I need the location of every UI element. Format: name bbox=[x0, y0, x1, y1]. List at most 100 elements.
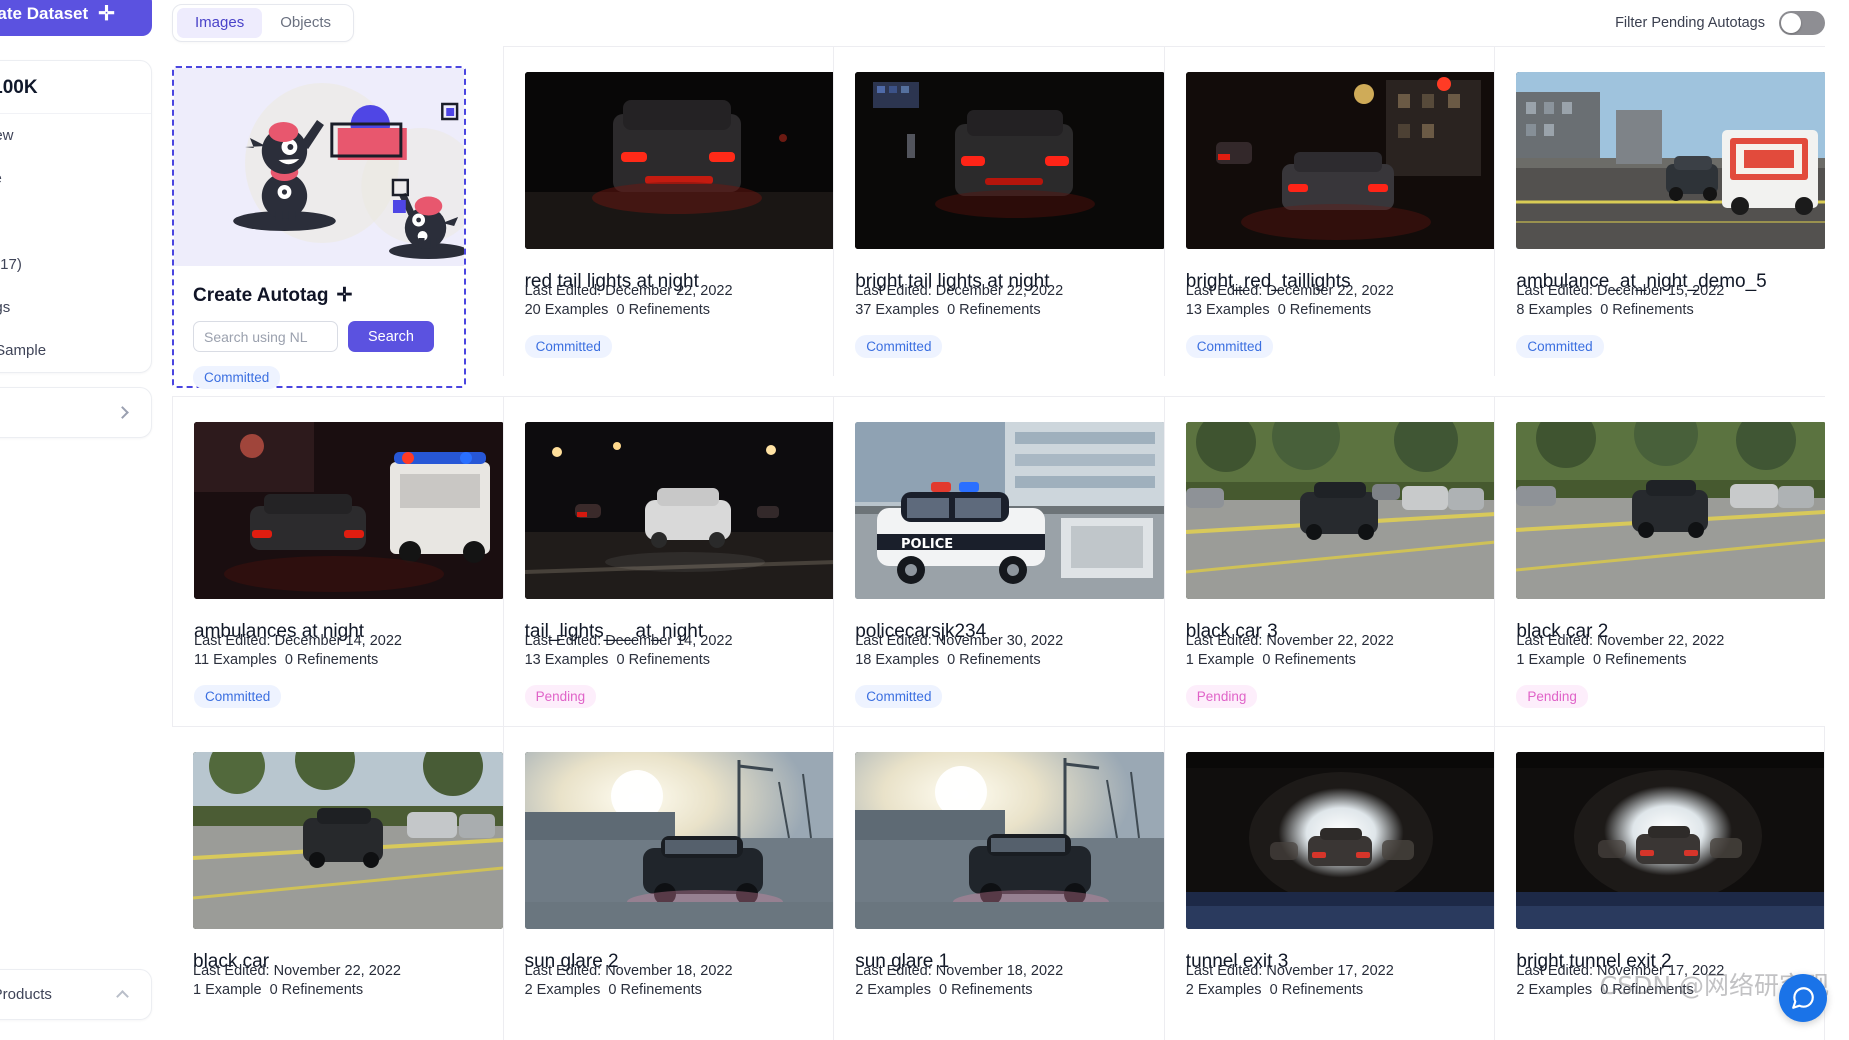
autotag-card[interactable]: tunnel exit 3 Last Edited: November 17, … bbox=[1163, 726, 1495, 1040]
examples-count: 2 Examples bbox=[524, 982, 601, 998]
last-edited-value: November 18, 2022 bbox=[605, 963, 733, 979]
sidebar-item-label: Smart Sample bbox=[0, 342, 47, 359]
other-products-button[interactable]: Other Products bbox=[0, 970, 151, 1019]
autotag-card[interactable]: red tail lights at night Last Edited: De… bbox=[502, 46, 834, 376]
last-edited-label: Last Edited: bbox=[193, 963, 270, 979]
sidebar-item-charts[interactable]: Charts bbox=[0, 200, 151, 243]
examples-count: 20 Examples bbox=[524, 302, 609, 318]
last-edited-label: Last Edited: bbox=[1185, 963, 1263, 979]
last-edited-label: Last Edited: bbox=[855, 633, 932, 649]
tab-images[interactable]: Images bbox=[177, 8, 263, 38]
card-meta: Last Edited: December 14, 2022 11 Exampl… bbox=[194, 632, 402, 670]
create-autotag-search-row: Search bbox=[193, 321, 464, 352]
autotag-card[interactable]: bright tunnel exit 2 Last Edited: Novemb… bbox=[1494, 726, 1825, 1040]
sidebar-item-smart-sample[interactable]: Smart Sample bbox=[0, 329, 151, 372]
sidebar-item-overview[interactable]: Overview bbox=[0, 114, 151, 157]
sidebar-item-label: Overview bbox=[0, 127, 14, 144]
plus-icon: ✛ bbox=[98, 3, 115, 25]
secondary-nav-card: Jobs Guides Docs bbox=[0, 452, 152, 581]
sidebar: Create Dataset ✛ BDD100K Overview Explor… bbox=[0, 0, 162, 1040]
autotag-card[interactable]: sun glare 2 Last Edited: November 18, 20… bbox=[502, 726, 834, 1040]
autotag-card[interactable]: ambulances at night Last Edited: Decembe… bbox=[172, 396, 503, 726]
card-meta: Last Edited: November 18, 2022 2 Example… bbox=[525, 962, 733, 1000]
view-tabs: Images Objects bbox=[172, 4, 355, 42]
autotag-card[interactable]: black car 2 Last Edited: November 22, 20… bbox=[1494, 396, 1825, 726]
status-badge: Pending bbox=[1516, 685, 1588, 708]
autotag-card[interactable]: bright tail lights at night Last Edited:… bbox=[833, 46, 1164, 376]
sidebar-item-label: Autotags bbox=[0, 299, 11, 316]
models-card: Models bbox=[0, 387, 152, 438]
last-edited-value: December 15, 2022 bbox=[1597, 283, 1725, 299]
refinements-count: 0 Refinements bbox=[284, 652, 379, 668]
card-thumbnail bbox=[193, 752, 503, 929]
card-thumbnail bbox=[194, 422, 503, 599]
card-thumbnail bbox=[1516, 422, 1825, 599]
refinements-count: 0 Refinements bbox=[608, 982, 702, 998]
refinements-count: 0 Refinements bbox=[1262, 652, 1356, 668]
filter-pending-autotags: Filter Pending Autotags bbox=[1615, 11, 1825, 35]
last-edited-label: Last Edited: bbox=[524, 633, 602, 649]
card-meta: Last Edited: December 22, 2022 20 Exampl… bbox=[525, 282, 733, 320]
status-badge: Committed bbox=[1185, 335, 1274, 358]
card-meta: Last Edited: December 22, 2022 37 Exampl… bbox=[855, 282, 1063, 320]
autotag-card[interactable]: sun glare 1 Last Edited: November 18, 20… bbox=[833, 726, 1164, 1040]
last-edited-value: November 22, 2022 bbox=[1266, 633, 1394, 649]
sidebar-item-autotags[interactable]: Autotags bbox=[0, 286, 151, 329]
create-autotag-card[interactable]: Create Autotag ✛ Search Committed bbox=[172, 66, 466, 389]
sidebar-item-explore[interactable]: Explore bbox=[0, 157, 151, 200]
card-thumbnail bbox=[855, 752, 1164, 929]
filter-label: Filter Pending Autotags bbox=[1615, 15, 1765, 31]
sidebar-item-slices[interactable]: Slices (17) bbox=[0, 243, 151, 286]
create-autotag-title: Create Autotag ✛ bbox=[193, 284, 464, 307]
status-badge: Committed bbox=[855, 685, 943, 708]
chat-bubble-icon[interactable] bbox=[1779, 974, 1827, 1022]
svg-text:POLICE: POLICE bbox=[901, 537, 953, 552]
sidebar-item-models[interactable]: Models bbox=[0, 388, 151, 437]
last-edited-value: December 14, 2022 bbox=[605, 633, 733, 649]
other-products-region: Other Products bbox=[0, 969, 152, 1020]
autotag-card[interactable]: POLICE policecarsjk234 Last Edited: Nove… bbox=[833, 396, 1164, 726]
last-edited-label: Last Edited: bbox=[855, 963, 932, 979]
search-input[interactable] bbox=[193, 321, 338, 352]
refinements-count: 0 Refinements bbox=[947, 302, 1041, 318]
card-meta: Last Edited: December 14, 2022 13 Exampl… bbox=[525, 632, 733, 670]
status-badge: Committed bbox=[855, 335, 943, 358]
tab-objects[interactable]: Objects bbox=[262, 8, 349, 38]
filter-toggle[interactable] bbox=[1779, 11, 1825, 35]
card-thumbnail bbox=[1185, 72, 1495, 249]
card-meta: Last Edited: November 22, 2022 1 Example… bbox=[1186, 632, 1394, 670]
autotag-card[interactable]: tail_lights___at_night Last Edited: Dece… bbox=[502, 396, 834, 726]
last-edited-value: November 18, 2022 bbox=[935, 963, 1064, 979]
refinements-count: 0 Refinements bbox=[269, 982, 364, 998]
card-thumbnail bbox=[524, 422, 834, 599]
autotag-card[interactable]: bright_red_taillights Last Edited: Decem… bbox=[1163, 46, 1495, 376]
last-edited-value: December 22, 2022 bbox=[605, 283, 733, 299]
create-dataset-button[interactable]: Create Dataset ✛ bbox=[0, 0, 152, 36]
sidebar-item-guides[interactable]: Guides bbox=[0, 495, 152, 538]
search-button[interactable]: Search bbox=[348, 321, 434, 352]
autotag-card[interactable]: black car Last Edited: November 22, 2022… bbox=[172, 726, 503, 1040]
refinements-count: 0 Refinements bbox=[1592, 652, 1687, 668]
last-edited-label: Last Edited: bbox=[194, 633, 271, 649]
last-edited-value: November 17, 2022 bbox=[1266, 963, 1394, 979]
examples-count: 18 Examples bbox=[855, 652, 940, 668]
last-edited-label: Last Edited: bbox=[1516, 283, 1593, 299]
examples-count: 1 Example bbox=[1516, 652, 1585, 668]
sidebar-item-docs[interactable]: Docs bbox=[0, 538, 152, 581]
autotag-card[interactable]: black car 3 Last Edited: November 22, 20… bbox=[1163, 396, 1495, 726]
mascot-illustration-svg bbox=[233, 83, 464, 259]
status-badge: Committed bbox=[524, 335, 612, 358]
create-autotag-label: Create Autotag bbox=[193, 284, 329, 306]
sidebar-item-jobs[interactable]: Jobs bbox=[0, 452, 152, 495]
last-edited-value: November 17, 2022 bbox=[1597, 963, 1725, 979]
autotag-card[interactable]: ambulance_at_night_demo_5 Last Edited: D… bbox=[1494, 46, 1825, 376]
examples-count: 37 Examples bbox=[855, 302, 940, 318]
autotags-page: Create Dataset ✛ BDD100K Overview Explor… bbox=[0, 0, 1849, 1040]
other-products-card: Other Products bbox=[0, 969, 152, 1020]
card-thumbnail bbox=[524, 752, 834, 929]
chevron-up-icon bbox=[116, 990, 129, 1003]
dataset-name: BDD100K bbox=[0, 61, 151, 114]
card-meta: Last Edited: December 22, 2022 13 Exampl… bbox=[1186, 282, 1394, 320]
create-autotag-cell: Create Autotag ✛ Search Committed bbox=[172, 46, 503, 396]
examples-count: 13 Examples bbox=[524, 652, 609, 668]
